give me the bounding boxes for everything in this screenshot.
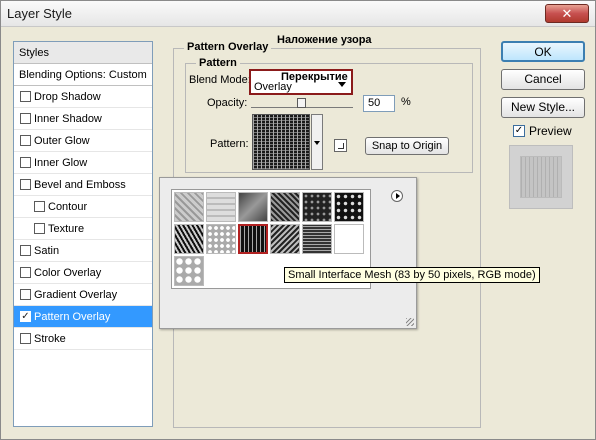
pattern-tile[interactable] [238, 224, 268, 254]
style-item-label: Bevel and Emboss [34, 179, 126, 191]
style-checkbox[interactable] [20, 333, 31, 344]
chevron-down-icon [338, 82, 346, 87]
pattern-swatch[interactable] [252, 114, 310, 170]
style-item-label: Stroke [34, 333, 66, 345]
style-item-label: Pattern Overlay [34, 311, 111, 323]
pattern-tile[interactable] [174, 192, 204, 222]
opacity-slider-thumb[interactable] [297, 98, 306, 108]
style-checkbox[interactable] [34, 201, 45, 212]
style-checkbox[interactable] [20, 157, 31, 168]
layer-style-dialog: Layer Style ✕ Styles Blending Options: C… [0, 0, 596, 440]
pattern-tile[interactable] [174, 256, 204, 286]
style-item-label: Gradient Overlay [34, 289, 118, 301]
preview-label: Preview [529, 124, 572, 138]
style-item-stroke[interactable]: Stroke [14, 328, 152, 350]
pattern-tile[interactable] [302, 224, 332, 254]
blend-mode-label: Blend Mode: [189, 74, 251, 86]
style-checkbox[interactable] [20, 267, 31, 278]
blend-mode-value: Overlay [254, 81, 292, 93]
annotation-title: Наложение узора [277, 34, 372, 46]
title-bar: Layer Style ✕ [1, 1, 595, 27]
style-checkbox[interactable] [20, 113, 31, 124]
style-checkbox[interactable] [20, 289, 31, 300]
style-item-label: Inner Shadow [34, 113, 102, 125]
style-item-contour[interactable]: Contour [14, 196, 152, 218]
style-checkbox[interactable] [20, 91, 31, 102]
pattern-tile[interactable] [334, 192, 364, 222]
style-item-label: Contour [48, 201, 88, 213]
snap-to-origin-button[interactable]: Snap to Origin [365, 137, 449, 155]
opacity-input[interactable]: 50 [363, 95, 395, 112]
new-style-button[interactable]: New Style... [501, 97, 585, 118]
style-checkbox[interactable] [34, 223, 45, 234]
pattern-tooltip: Small Interface Mesh (83 by 50 pixels, R… [284, 267, 540, 283]
style-item-label: Inner Glow [34, 157, 88, 169]
style-item-label: Texture [48, 223, 85, 235]
group-title: Pattern Overlay [184, 41, 272, 53]
picker-menu-icon[interactable] [391, 190, 403, 202]
pattern-tile[interactable] [174, 224, 204, 254]
pattern-tile[interactable] [270, 192, 300, 222]
style-checkbox[interactable]: ✓ [20, 311, 31, 322]
cancel-button[interactable]: Cancel [501, 69, 585, 90]
style-item-pattern-overlay[interactable]: ✓ Pattern Overlay [14, 306, 152, 328]
style-item-inner-shadow[interactable]: Inner Shadow [14, 108, 152, 130]
pattern-picker-popup [159, 177, 417, 329]
style-item-satin[interactable]: Satin [14, 240, 152, 262]
style-item-label: Drop Shadow [34, 91, 101, 103]
opacity-label: Opacity: [207, 97, 248, 109]
pattern-tile[interactable] [270, 224, 300, 254]
style-item-label: Satin [34, 245, 60, 257]
window-title: Layer Style [7, 6, 73, 21]
pattern-tile[interactable] [238, 192, 268, 222]
style-item-bevel-and-emboss[interactable]: Bevel and Emboss [14, 174, 152, 196]
ok-button[interactable]: OK [501, 41, 585, 62]
preview-pattern [520, 156, 562, 198]
blend-mode-select[interactable]: Перекрытие Overlay [249, 69, 353, 95]
styles-header[interactable]: Styles [14, 42, 152, 64]
style-item-label: Outer Glow [34, 135, 90, 147]
close-button[interactable]: ✕ [545, 4, 589, 23]
style-item-inner-glow[interactable]: Inner Glow [14, 152, 152, 174]
styles-list: Styles Blending Options: Custom Drop Sha… [13, 41, 153, 427]
pattern-tile[interactable] [206, 192, 236, 222]
style-item-color-overlay[interactable]: Color Overlay [14, 262, 152, 284]
preview-thumbnail [509, 145, 573, 209]
style-item-drop-shadow[interactable]: Drop Shadow [14, 86, 152, 108]
pattern-picker-toggle[interactable] [311, 114, 323, 170]
style-checkbox[interactable] [20, 179, 31, 190]
style-item-gradient-overlay[interactable]: Gradient Overlay [14, 284, 152, 306]
style-item-outer-glow[interactable]: Outer Glow [14, 130, 152, 152]
new-preset-icon[interactable] [334, 139, 347, 152]
pattern-tile[interactable] [334, 224, 364, 254]
resize-grip-icon[interactable] [406, 318, 414, 326]
style-item-label: Color Overlay [34, 267, 102, 279]
pattern-label: Pattern: [210, 138, 249, 150]
style-item-texture[interactable]: Texture [14, 218, 152, 240]
pattern-tile[interactable] [206, 224, 236, 254]
pattern-group-title: Pattern [196, 57, 240, 69]
opacity-unit: % [401, 96, 411, 108]
style-checkbox[interactable] [20, 135, 31, 146]
style-checkbox[interactable] [20, 245, 31, 256]
chevron-down-icon [314, 141, 320, 145]
pattern-tile[interactable] [302, 192, 332, 222]
preview-checkbox[interactable]: ✓ [513, 125, 525, 137]
blending-options-item[interactable]: Blending Options: Custom [14, 64, 152, 86]
